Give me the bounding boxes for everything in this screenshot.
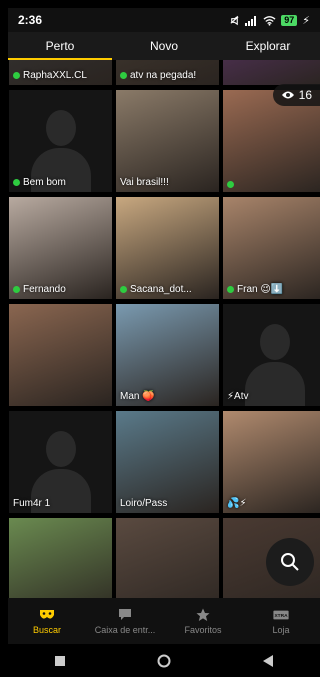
profile-card[interactable]: Vai brasil!!! xyxy=(115,89,220,193)
charging-icon: ⚡ xyxy=(302,14,310,27)
tab-perto[interactable]: Perto xyxy=(8,32,112,60)
nav-buscar-label: Buscar xyxy=(32,624,61,635)
viewer-badge[interactable]: 16 xyxy=(272,84,320,106)
profile-name: ⚡Atv xyxy=(227,391,249,402)
online-dot-icon xyxy=(13,179,20,186)
profile-label: 💦⚡ xyxy=(227,498,246,509)
online-dot-icon xyxy=(13,72,20,79)
profile-card[interactable]: atv na pegada! xyxy=(115,60,220,86)
wifi-icon xyxy=(263,15,276,26)
profile-label xyxy=(227,181,234,188)
nav-favoritos-label: Favoritos xyxy=(184,624,222,635)
profile-name: Sacana_dot... xyxy=(130,284,192,295)
profile-card[interactable]: Sacana_dot... xyxy=(115,196,220,300)
online-dot-icon xyxy=(227,181,234,188)
status-time: 2:36 xyxy=(18,13,43,27)
profile-name: Bem bom xyxy=(23,177,66,188)
viewer-count: 16 xyxy=(298,88,312,102)
profile-label: atv na pegada! xyxy=(120,70,196,81)
nav-loja-label: Loja xyxy=(272,624,290,635)
xtra-icon: XTRA xyxy=(273,608,289,622)
profile-name: RaphaXXL.CL xyxy=(23,70,87,81)
tab-explorar[interactable]: Explorar xyxy=(216,32,320,60)
mute-icon xyxy=(230,15,239,25)
tab-novo[interactable]: Novo xyxy=(112,32,216,60)
profile-label: Loiro/Pass xyxy=(120,498,167,509)
online-dot-icon xyxy=(13,286,20,293)
avatar-placeholder-icon xyxy=(244,324,305,406)
profile-label: Fum4r 1 xyxy=(13,498,50,509)
nav-buscar[interactable]: Buscar xyxy=(8,598,86,644)
chat-icon xyxy=(117,608,133,622)
eye-icon xyxy=(281,91,294,99)
profile-card[interactable] xyxy=(8,303,113,407)
profile-label: Sacana_dot... xyxy=(120,284,192,295)
profile-card[interactable]: Fran 😉⬇️ xyxy=(222,196,320,300)
profile-name: Fum4r 1 xyxy=(13,498,51,509)
status-bar: 2:36 97 ⚡ xyxy=(8,8,320,32)
mask-icon xyxy=(39,608,55,622)
status-icons: 97 ⚡ xyxy=(229,14,310,27)
back-triangle-icon xyxy=(263,654,273,667)
profile-grid: RaphaXXL.CL atv na pegada! Bem bom Vai bras… xyxy=(8,60,320,598)
search-icon xyxy=(281,553,299,571)
profile-label: RaphaXXL.CL xyxy=(13,70,87,81)
profile-label: ⚡Atv xyxy=(227,391,248,402)
profile-card[interactable]: 💦⚡ xyxy=(222,410,320,514)
nav-inbox[interactable]: Caixa de entr... xyxy=(86,598,164,644)
profile-label: Fernando xyxy=(13,284,66,295)
signal-icon xyxy=(245,15,257,26)
home-button[interactable] xyxy=(152,649,176,673)
battery-icon: 97 xyxy=(281,14,298,26)
profile-name: Loiro/Pass xyxy=(120,498,168,509)
profile-card[interactable]: Fernando xyxy=(8,196,113,300)
recents-button[interactable] xyxy=(48,649,72,673)
nav-inbox-label: Caixa de entr... xyxy=(94,624,156,635)
profile-label: Bem bom xyxy=(13,177,66,188)
square-icon xyxy=(55,655,65,666)
profile-name: 💦⚡ xyxy=(227,498,247,509)
back-button[interactable] xyxy=(256,649,280,673)
profile-name: Fernando xyxy=(23,284,66,295)
system-nav-bar xyxy=(8,644,320,677)
profile-card[interactable]: Man 🍑 xyxy=(115,303,220,407)
profile-card[interactable]: Fum4r 1 xyxy=(8,410,113,514)
profile-label: Vai brasil!!! xyxy=(120,177,169,188)
online-dot-icon xyxy=(120,286,127,293)
profile-name: atv na pegada! xyxy=(130,70,197,81)
profile-label: Fran 😉⬇️ xyxy=(227,284,283,295)
profile-card[interactable]: Loiro/Pass xyxy=(115,410,220,514)
circle-icon xyxy=(157,654,171,667)
profile-card[interactable]: Bem bom xyxy=(8,89,113,193)
profile-card[interactable] xyxy=(222,60,320,86)
profile-card[interactable] xyxy=(115,517,220,598)
search-button[interactable] xyxy=(266,538,314,586)
profile-name: Fran 😉⬇️ xyxy=(237,284,284,295)
profile-card[interactable]: RaphaXXL.CL xyxy=(8,60,113,86)
star-icon xyxy=(195,608,211,622)
profile-card[interactable] xyxy=(8,517,113,598)
profile-card[interactable]: ⚡Atv xyxy=(222,303,320,407)
svg-text:XTRA: XTRA xyxy=(274,613,288,619)
bottom-nav: Buscar Caixa de entr... Favoritos XTRA L… xyxy=(8,598,320,644)
nav-favoritos[interactable]: Favoritos xyxy=(164,598,242,644)
profile-label: Man 🍑 xyxy=(120,391,155,402)
online-dot-icon xyxy=(120,72,127,79)
profile-name: Man 🍑 xyxy=(120,391,155,402)
profile-name: Vai brasil!!! xyxy=(120,177,169,188)
online-dot-icon xyxy=(227,286,234,293)
nav-loja[interactable]: XTRA Loja xyxy=(242,598,320,644)
tab-bar: Perto Novo Explorar xyxy=(8,32,320,60)
